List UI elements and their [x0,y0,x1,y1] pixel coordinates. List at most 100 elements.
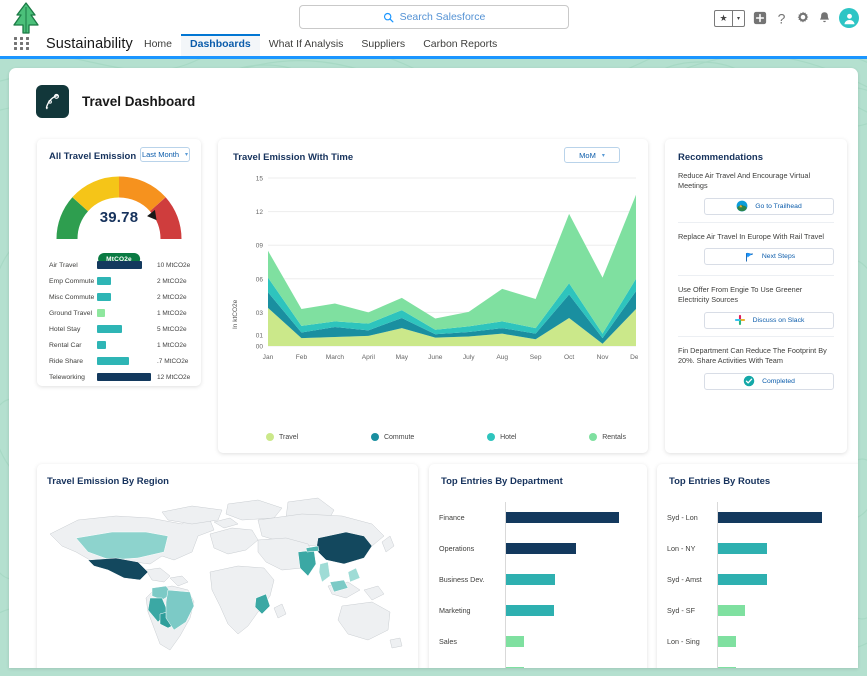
search-input[interactable]: Search Salesforce [299,5,569,29]
area-y-tick: 03 [256,310,264,317]
favorites-caret-icon[interactable]: ▾ [733,11,744,26]
global-header: Sustainability Home Dashboards What If A… [0,0,867,58]
breakdown-row: Air Travel10 MtCO2e [49,257,193,273]
map-region-thailand [319,562,330,582]
favorites-group[interactable]: ★ ▾ [714,10,745,27]
bar [717,636,736,647]
department-card-title: Top Entries By Department [441,476,563,487]
breakdown-label: Ride Share [49,358,97,365]
recommendation-item: Reduce Air Travel And Encourage Virtual … [678,171,834,215]
bar-category-label: Lon - Sing [667,637,717,646]
department-bar-chart: FinanceOperationsBusiness Dev.MarketingS… [439,502,639,668]
setup-gear-icon[interactable] [796,11,810,25]
bar [505,667,524,668]
breakdown-label: Ground Travel [49,310,97,317]
area-x-tick: Aug [496,354,508,361]
search-icon [383,12,394,23]
bar-track [505,595,639,626]
bar-category-label: Syd - Lon [667,513,717,522]
time-range-value: Last Month [142,150,179,159]
legend-item[interactable]: Rentals [589,433,626,441]
add-icon[interactable] [753,11,767,25]
page-title: Travel Dashboard [82,94,195,109]
bar [717,574,767,585]
recommendation-text: Fin Department Can Reduce The Footprint … [678,346,834,367]
completed-button[interactable]: Completed [704,373,834,390]
legend-item[interactable]: Hotel [487,433,516,441]
area-x-tick: April [362,354,376,361]
trailhead-icon [736,200,748,212]
svg-text:?: ? [778,11,786,26]
breakdown-label: Emp Commute [49,278,97,285]
breakdown-bar [97,373,151,381]
travel-emission-with-time-card: Travel Emission With Time MoM ▾ In ktCO2… [218,139,648,453]
help-icon[interactable]: ? [775,11,788,26]
top-entries-by-department-card: Top Entries By Department Finance Operati… [429,464,647,668]
granularity-select[interactable]: MoM ▾ [564,147,620,163]
go-to-trailhead-button[interactable]: Go to Trailhead [704,198,834,215]
discuss-on-slack-button[interactable]: Discuss on Slack [704,312,834,329]
dashboard-container: Travel Dashboard All Travel Emission Las… [9,68,858,668]
top-entries-by-routes-card: Top Entries By Routes Syd - LonLon - NYS… [657,464,858,668]
breakdown-bar-track [97,289,153,305]
next-steps-button[interactable]: Next Steps [704,248,834,265]
bar-category-label: Syd - Amst [667,575,717,584]
bar-track [717,502,857,533]
breakdown-bar-track [97,353,153,369]
area-x-tick: Feb [296,354,308,361]
bar [717,512,822,523]
breakdown-label: Teleworking [49,374,97,381]
favorites-star-icon[interactable]: ★ [715,11,732,26]
bar-track [717,595,857,626]
emission-breakdown-list: Air Travel10 MtCO2eEmp Commute2 MtCO2eMi… [49,257,193,385]
legend-label: Travel [279,434,298,441]
bar-category-label: Finance [439,513,505,522]
breakdown-row: Misc Commute2 MtCO2e [49,289,193,305]
breakdown-label: Rental Car [49,342,97,349]
breakdown-bar-track [97,369,153,385]
bar-track [505,502,639,533]
search-placeholder: Search Salesforce [400,11,486,23]
table-row: Sales [439,626,639,657]
legend-label: Rentals [602,434,626,441]
bar [505,636,524,647]
bar [505,605,554,616]
table-row: IT [439,657,639,668]
bar-track [505,533,639,564]
legend-item[interactable]: Commute [371,433,414,441]
bar [505,543,576,554]
slack-icon [734,314,746,326]
app-launcher-button[interactable] [14,37,30,50]
bar-category-label: Business Dev. [439,575,505,584]
check-circle-icon [743,375,755,387]
time-range-select[interactable]: Last Month ▾ [140,147,190,162]
area-x-tick: Dec [630,354,638,361]
breakdown-bar-track [97,273,153,289]
table-row: Operations [439,533,639,564]
legend-color-swatch [266,433,274,441]
bar-category-label: Sales [439,637,505,646]
user-avatar-icon[interactable] [839,8,859,28]
legend-color-swatch [589,433,597,441]
breakdown-bar [97,309,105,317]
map-region-india [298,550,316,576]
flag-icon [743,251,755,263]
area-y-tick: 00 [256,344,264,351]
breakdown-bar [97,277,111,285]
recommendation-item: Fin Department Can Reduce The Footprint … [678,346,834,390]
recommendations-title: Recommendations [678,152,763,163]
routes-bar-chart: Syd - LonLon - NYSyd - AmstSyd - SFLon -… [667,502,857,668]
world-choropleth-map [42,494,412,668]
bar-category-label: Lon - NY [667,544,717,553]
breakdown-value: 12 MtCO2e [153,374,193,381]
breakdown-row: Ride Share.7 MtCO2e [49,353,193,369]
map-card-title: Travel Emission By Region [47,476,169,487]
gauge-value: 39.78 [50,209,188,226]
map-region-brazil [166,590,194,630]
breakdown-row: Emp Commute2 MtCO2e [49,273,193,289]
notifications-bell-icon[interactable] [818,11,831,25]
legend-label: Hotel [500,434,516,441]
breakdown-value: 5 MtCO2e [153,326,193,333]
recommendation-button-label: Go to Trailhead [755,203,801,210]
legend-item[interactable]: Travel [266,433,298,441]
